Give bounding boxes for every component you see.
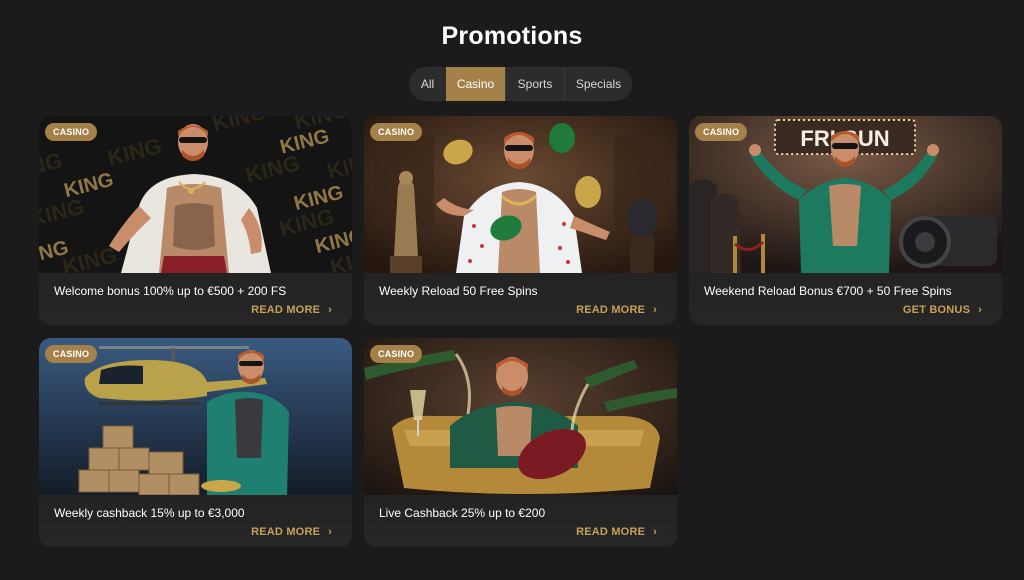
promotions-page: Promotions All Casino Sports Specials KI…	[0, 0, 1024, 580]
read-more-link[interactable]: READ MORE ›	[251, 526, 332, 538]
chevron-right-icon: ›	[653, 304, 657, 316]
category-badge: CASINO	[45, 345, 98, 363]
category-badge: CASINO	[45, 123, 98, 141]
get-bonus-link[interactable]: GET BONUS ›	[903, 304, 982, 316]
promo-card-weekend-reload[interactable]: FRI-SUN	[689, 116, 1002, 325]
cta-label: READ MORE	[576, 526, 646, 538]
promo-card-welcome-bonus[interactable]: KING KING KING KING KING KING KING KING …	[39, 116, 352, 325]
chevron-right-icon: ›	[328, 304, 332, 316]
read-more-link[interactable]: READ MORE ›	[576, 526, 657, 538]
promo-title: Welcome bonus 100% up to €500 + 200 FS	[54, 284, 287, 298]
category-badge: CASINO	[370, 123, 423, 141]
cta-label: GET BONUS	[902, 304, 971, 316]
read-more-link[interactable]: READ MORE ›	[251, 304, 332, 316]
promo-card-weekly-reload[interactable]: CASINO Weekly Reload 50 Free Spins READ …	[364, 116, 677, 325]
cta-label: READ MORE	[576, 304, 646, 316]
category-tabs: All Casino Sports Specials	[409, 67, 632, 101]
page-title: Promotions	[441, 22, 583, 50]
category-badge: CASINO	[695, 123, 748, 141]
promo-card-weekly-cashback[interactable]: CASINO Weekly cashback 15% up to €3,000 …	[39, 338, 352, 547]
chevron-right-icon: ›	[328, 526, 332, 538]
promo-title: Weekly cashback 15% up to €3,000	[54, 506, 245, 520]
cta-label: READ MORE	[251, 526, 321, 538]
tab-all[interactable]: All	[409, 67, 446, 101]
promo-title: Weekend Reload Bonus €700 + 50 Free Spin…	[704, 284, 952, 298]
promo-card-live-cashback[interactable]: CASINO Live Cashback 25% up to €200 READ…	[364, 338, 677, 547]
chevron-right-icon: ›	[978, 304, 982, 316]
promo-title: Weekly Reload 50 Free Spins	[379, 284, 538, 298]
chevron-right-icon: ›	[653, 526, 657, 538]
promo-title: Live Cashback 25% up to €200	[379, 506, 546, 520]
tab-sports[interactable]: Sports	[505, 67, 564, 101]
tab-specials[interactable]: Specials	[564, 67, 632, 101]
read-more-link[interactable]: READ MORE ›	[576, 304, 657, 316]
cta-label: READ MORE	[251, 304, 321, 316]
category-badge: CASINO	[370, 345, 423, 363]
tab-casino[interactable]: Casino	[446, 67, 505, 101]
